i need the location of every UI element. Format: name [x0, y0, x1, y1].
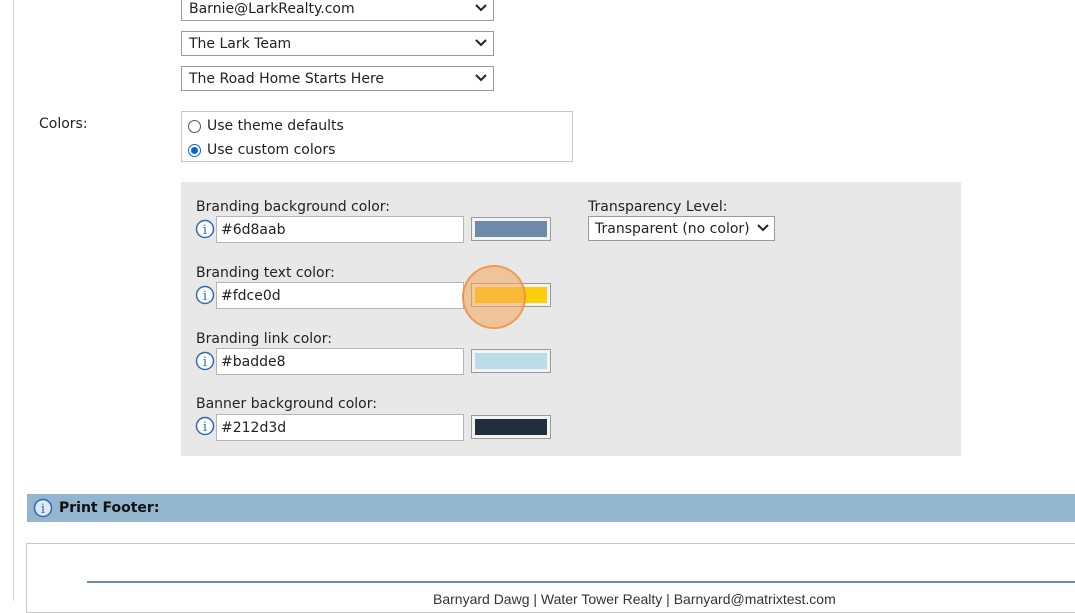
print-footer-title: Print Footer:	[59, 500, 160, 516]
custom-colors-panel: Branding background color: i #6d8aab Bra…	[181, 182, 961, 456]
banner-bg-input[interactable]: #212d3d	[216, 414, 464, 441]
chevron-down-icon	[475, 4, 487, 12]
footer-preview-text: Barnyard Dawg | Water Tower Realty | Bar…	[433, 591, 836, 607]
info-icon[interactable]: i	[195, 416, 215, 436]
info-icon[interactable]: i	[195, 351, 215, 371]
branding-text-label: Branding text color:	[196, 265, 335, 281]
radio-theme-defaults-label: Use theme defaults	[207, 118, 344, 134]
team-select[interactable]: The Lark Team	[181, 31, 494, 56]
svg-text:i: i	[203, 223, 207, 238]
radio-custom-colors-label: Use custom colors	[207, 142, 336, 158]
colors-radio-group: Use theme defaults Use custom colors	[181, 111, 573, 162]
tagline-select-value: The Road Home Starts Here	[189, 70, 385, 87]
svg-text:i: i	[203, 355, 207, 370]
click-indicator	[462, 265, 526, 329]
team-select-value: The Lark Team	[189, 35, 292, 52]
radio-custom-colors-control[interactable]	[188, 143, 201, 157]
tagline-select[interactable]: The Road Home Starts Here	[181, 66, 494, 91]
banner-bg-label: Banner background color:	[196, 396, 377, 412]
svg-text:i: i	[41, 502, 45, 517]
branding-link-swatch-fill	[475, 353, 547, 369]
chevron-down-icon	[475, 39, 487, 47]
branding-bg-swatch-fill	[475, 221, 547, 237]
colors-label: Colors:	[39, 116, 88, 132]
radio-theme-defaults[interactable]: Use theme defaults	[188, 118, 344, 134]
transparency-label: Transparency Level:	[588, 199, 728, 215]
branding-link-input[interactable]: #badde8	[216, 348, 464, 375]
branding-link-swatch[interactable]	[471, 349, 551, 373]
banner-bg-swatch[interactable]	[471, 415, 551, 439]
email-select-value: Barnie@LarkRealty.com	[189, 0, 355, 17]
radio-custom-colors[interactable]: Use custom colors	[188, 142, 335, 158]
transparency-select-value: Transparent (no color)	[595, 220, 750, 237]
transparency-select[interactable]: Transparent (no color)	[588, 216, 775, 241]
chevron-down-icon	[475, 74, 487, 82]
svg-text:i: i	[203, 289, 207, 304]
chevron-down-icon	[757, 224, 769, 232]
email-select[interactable]: Barnie@LarkRealty.com	[181, 0, 494, 21]
branding-link-label: Branding link color:	[196, 331, 332, 347]
radio-theme-defaults-control[interactable]	[188, 119, 201, 133]
branding-bg-label: Branding background color:	[196, 199, 390, 215]
info-icon[interactable]: i	[195, 219, 215, 239]
print-footer-header: i Print Footer:	[27, 494, 1075, 522]
footer-divider	[87, 581, 1075, 583]
banner-bg-swatch-fill	[475, 419, 547, 435]
branding-bg-input[interactable]: #6d8aab	[216, 216, 464, 243]
info-icon[interactable]: i	[33, 498, 53, 518]
svg-text:i: i	[203, 420, 207, 435]
left-divider	[13, 0, 14, 601]
branding-bg-swatch[interactable]	[471, 217, 551, 241]
branding-text-input[interactable]: #fdce0d	[216, 282, 464, 309]
info-icon[interactable]: i	[195, 285, 215, 305]
